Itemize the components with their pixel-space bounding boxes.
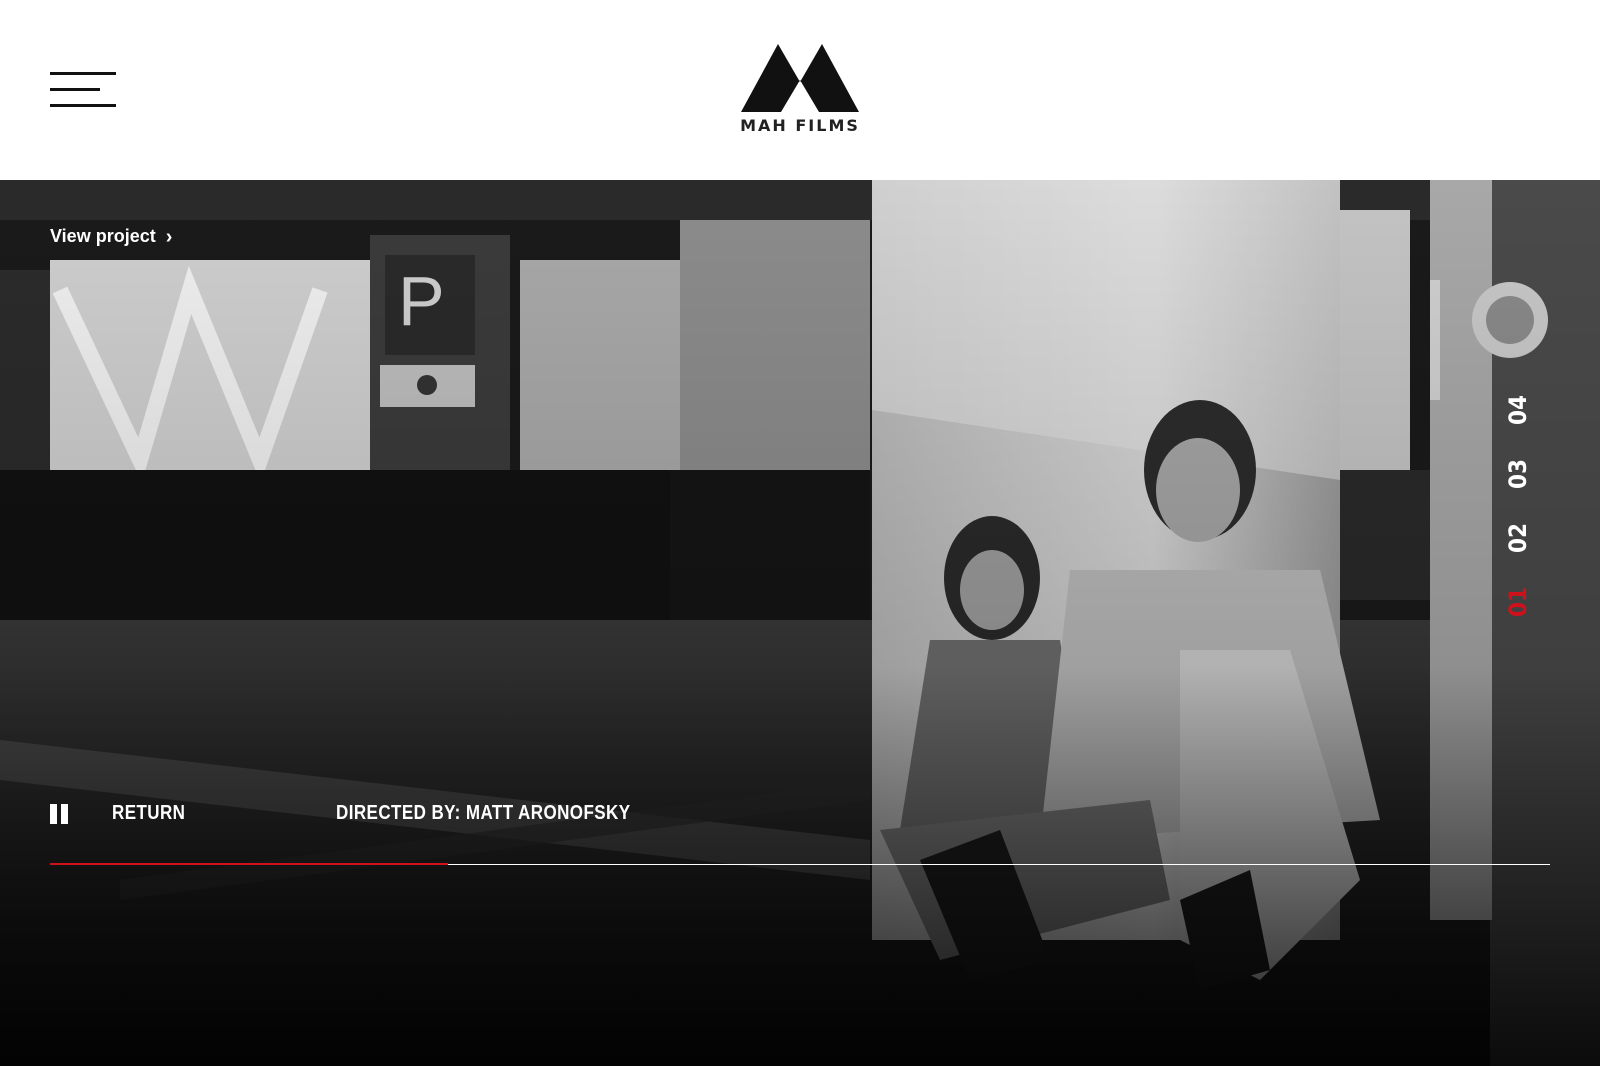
player-controls: RETURN DIRECTED BY: MATT ARONOFSKY [50, 802, 1550, 844]
pause-icon[interactable] [50, 804, 70, 824]
slide-number-04[interactable]: 04 [1498, 390, 1538, 430]
progress-fill [50, 863, 448, 865]
view-project-link[interactable]: View project › [50, 226, 172, 247]
mountain-m-logo-icon [741, 44, 859, 112]
site-header: MAH FILMS [0, 0, 1600, 180]
slide-number-03[interactable]: 03 [1498, 454, 1538, 494]
return-button[interactable]: RETURN [112, 802, 185, 825]
slide-number-02[interactable]: 02 [1498, 518, 1538, 558]
site-logo[interactable]: MAH FILMS [736, 44, 864, 140]
slide-pagination: 04 03 02 01 [1498, 390, 1538, 630]
hamburger-menu-icon[interactable] [50, 72, 116, 108]
view-project-label: View project [50, 226, 156, 246]
slide-number-01-active[interactable]: 01 [1498, 582, 1538, 622]
progress-bar[interactable] [50, 863, 1550, 865]
director-credit: DIRECTED BY: MATT ARONOFSKY [336, 802, 631, 824]
chevron-right-icon: › [165, 225, 173, 248]
logo-text: MAH FILMS [740, 116, 860, 135]
hero-slider: P View project › [0, 180, 1600, 1066]
hero-background-photo: P [0, 180, 1600, 1066]
